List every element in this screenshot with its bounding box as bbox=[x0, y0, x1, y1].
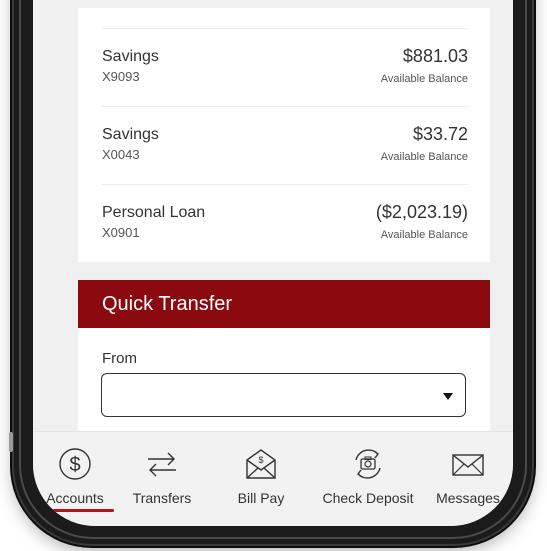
tab-transfers-label: Transfers bbox=[132, 490, 192, 506]
tab-messages[interactable]: Messages bbox=[425, 432, 511, 526]
tab-bill-pay-label: Bill Pay bbox=[237, 490, 285, 506]
account-row[interactable]: Savings X0043 $33.72 Available Balance bbox=[102, 106, 468, 185]
account-name: Personal Loan bbox=[102, 204, 206, 221]
available-balance-label: Available Balance bbox=[380, 229, 468, 241]
accounts-list: Savings X9093 $881.03 Available Balance … bbox=[78, 8, 490, 262]
available-balance-label: Available Balance bbox=[380, 151, 468, 163]
device-stage: Savings X9093 $881.03 Available Balance … bbox=[0, 0, 547, 551]
dollar-circle-icon: $ bbox=[59, 448, 91, 480]
account-amount: ($2,023.19) bbox=[375, 202, 468, 222]
envelope-icon bbox=[452, 454, 484, 476]
account-number: X0043 bbox=[102, 147, 140, 162]
account-amount: $33.72 bbox=[412, 124, 468, 144]
svg-text:$: $ bbox=[69, 454, 80, 476]
tab-accounts[interactable]: $ Accounts bbox=[33, 432, 117, 526]
tab-check-deposit[interactable]: Check Deposit bbox=[317, 432, 419, 526]
tab-bill-pay[interactable]: $ Bill Pay bbox=[219, 432, 303, 526]
account-amount: $881.03 bbox=[402, 46, 468, 66]
from-account-select[interactable] bbox=[101, 373, 466, 417]
transfer-arrows-icon bbox=[148, 452, 176, 477]
tab-messages-label: Messages bbox=[436, 490, 500, 506]
available-balance-label: Available Balance bbox=[380, 73, 468, 85]
svg-text:$: $ bbox=[258, 455, 263, 465]
account-row[interactable]: Savings X9093 $881.03 Available Balance bbox=[102, 28, 468, 107]
account-number: X9093 bbox=[102, 69, 140, 84]
bill-envelope-icon: $ bbox=[246, 449, 276, 479]
tab-transfers[interactable]: Transfers bbox=[119, 432, 205, 526]
quick-transfer-header: Quick Transfer bbox=[78, 280, 490, 328]
phone-screen: Savings X9093 $881.03 Available Balance … bbox=[33, 0, 513, 526]
from-label: From bbox=[102, 350, 137, 367]
account-name: Savings bbox=[102, 48, 159, 65]
dropdown-arrow-icon bbox=[443, 393, 453, 400]
tab-accounts-label: Accounts bbox=[46, 490, 104, 506]
camera-deposit-icon bbox=[355, 449, 381, 479]
tab-check-deposit-label: Check Deposit bbox=[322, 490, 414, 506]
quick-transfer-title: Quick Transfer bbox=[102, 293, 233, 315]
account-name: Savings bbox=[102, 126, 159, 143]
active-tab-indicator bbox=[36, 509, 114, 512]
phone-side-button bbox=[9, 432, 13, 452]
account-number: X0901 bbox=[102, 225, 140, 240]
bottom-tab-bar: $ Accounts Transfers $ Bill Pay Check De… bbox=[33, 431, 513, 526]
account-row[interactable]: Personal Loan X0901 ($2,023.19) Availabl… bbox=[102, 184, 468, 263]
